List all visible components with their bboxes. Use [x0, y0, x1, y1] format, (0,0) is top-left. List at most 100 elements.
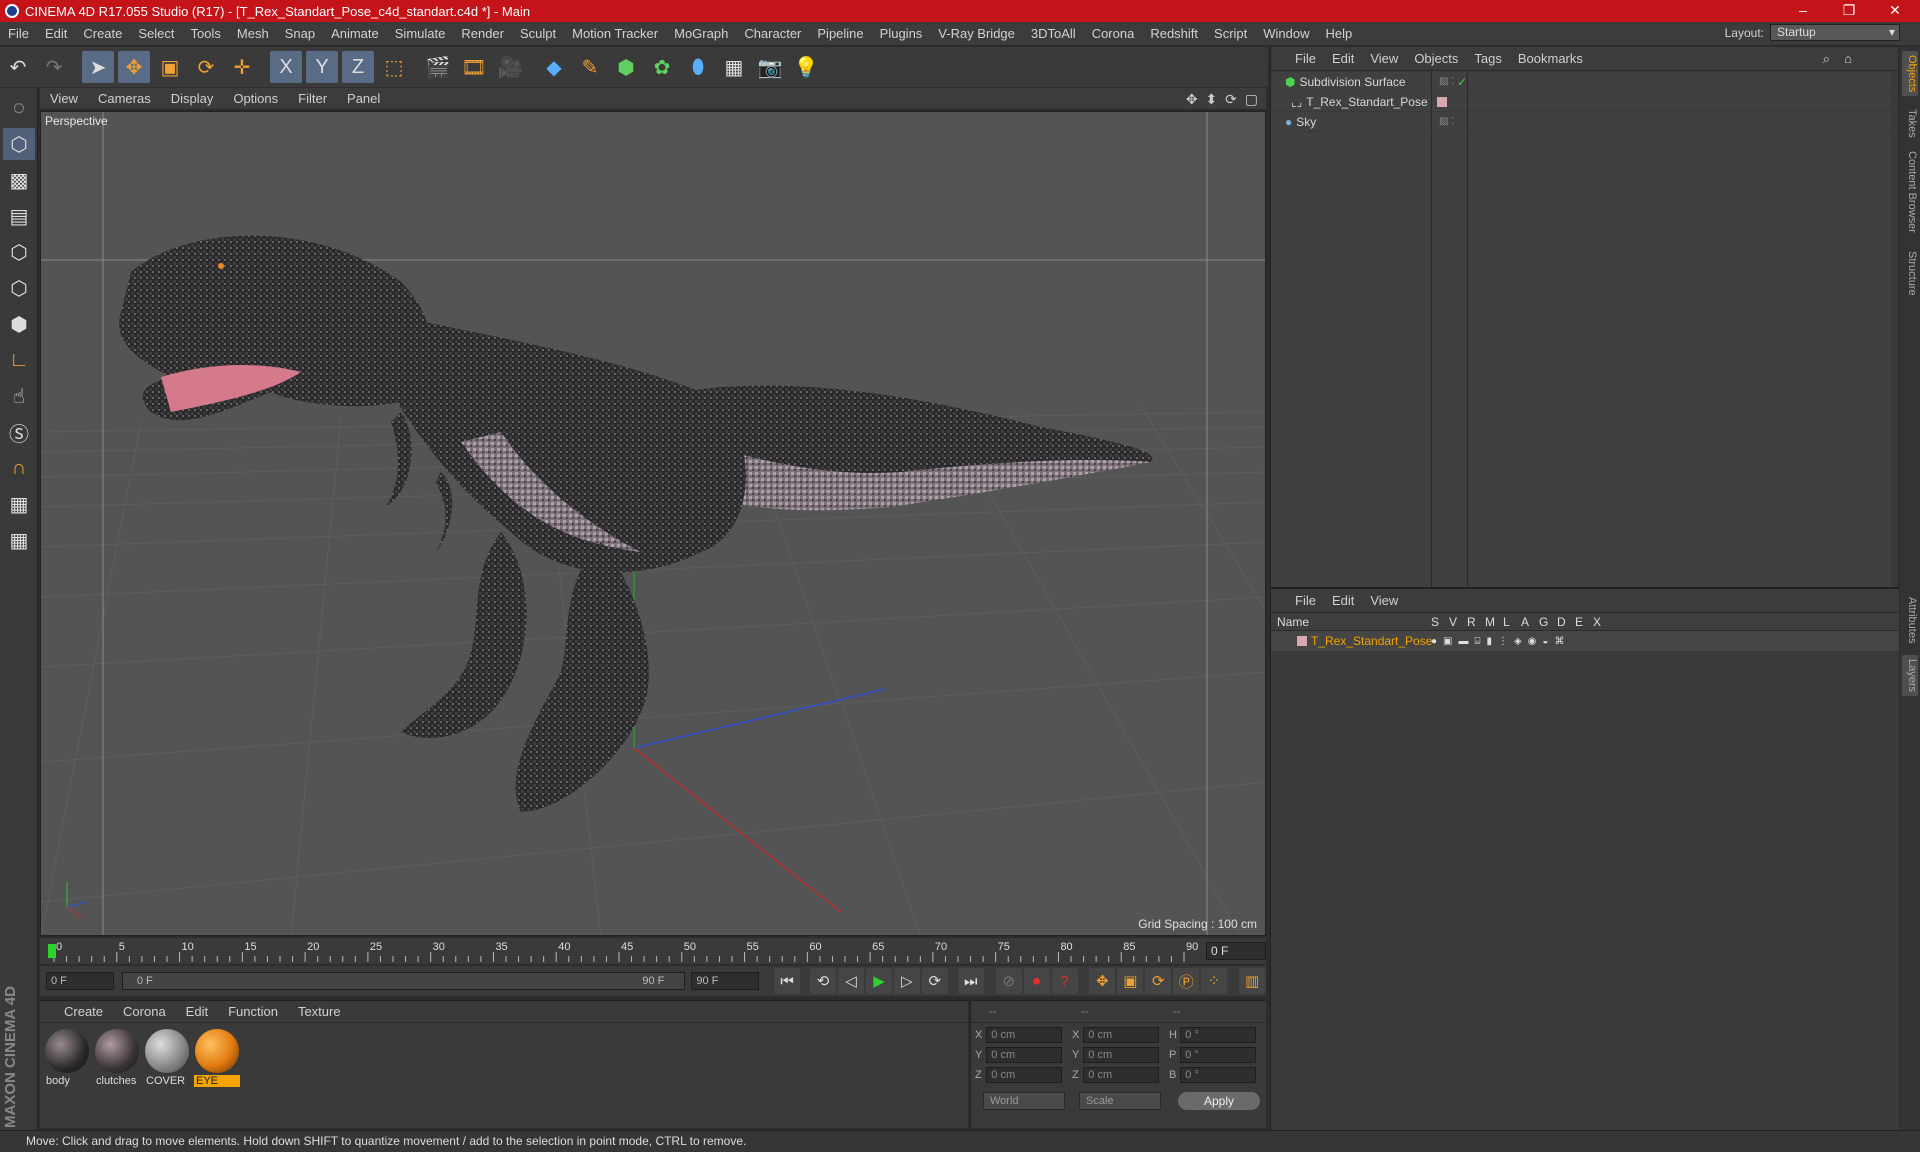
- tab-structure[interactable]: Structure: [1902, 247, 1918, 300]
- tab-takes[interactable]: Takes: [1902, 105, 1918, 142]
- scale-tool-icon[interactable]: ▣: [154, 51, 186, 83]
- material-menu-function[interactable]: Function: [218, 1004, 288, 1019]
- object-row-subdivision-surface[interactable]: ⬢ Subdivision Surface ▨ ⁚ ✓: [1271, 72, 1891, 92]
- material-menu-create[interactable]: Create: [40, 1004, 113, 1019]
- workplane-lock-icon[interactable]: ▦: [3, 488, 35, 520]
- pen-spline-icon[interactable]: ✎: [574, 51, 606, 83]
- menu-select[interactable]: Select: [130, 26, 182, 41]
- points-mode-icon[interactable]: ⬡: [3, 236, 35, 268]
- size-z-field[interactable]: 0 cm: [1083, 1067, 1159, 1083]
- menu-window[interactable]: Window: [1255, 26, 1317, 41]
- planar-workplane-icon[interactable]: ▦: [3, 524, 35, 556]
- 3d-viewport[interactable]: Perspective Grid Spacing : 100 cm: [40, 111, 1266, 936]
- snap-icon[interactable]: ∩: [3, 452, 35, 484]
- menu-render[interactable]: Render: [453, 26, 512, 41]
- redo-icon[interactable]: ↷: [38, 51, 70, 83]
- layer-row[interactable]: T_Rex_Standart_Pose ●▣▬⌸▮⋮◈◉◒⌘: [1271, 631, 1899, 651]
- menu-mograph[interactable]: MoGraph: [666, 26, 736, 41]
- viewport-nav-icons[interactable]: ✥ ⬍ ⟳ ▢: [1186, 91, 1260, 108]
- om-menu-file[interactable]: File: [1271, 51, 1324, 66]
- viewport-menu-view[interactable]: View: [40, 91, 88, 106]
- go-to-end-icon[interactable]: ⏭: [957, 968, 984, 994]
- menu-animate[interactable]: Animate: [323, 26, 387, 41]
- minimize-button[interactable]: –: [1780, 0, 1826, 22]
- make-editable-icon[interactable]: ◌: [3, 92, 35, 124]
- menu-file[interactable]: File: [0, 26, 37, 41]
- frame-range-slider[interactable]: 0 F 90 F: [121, 972, 686, 990]
- tab-objects[interactable]: Objects: [1902, 51, 1918, 97]
- menu-corona[interactable]: Corona: [1084, 26, 1143, 41]
- motion-path-icon[interactable]: ⊘: [995, 968, 1022, 994]
- lm-menu-edit[interactable]: Edit: [1324, 593, 1362, 608]
- model-mode-icon[interactable]: ⬡: [3, 128, 35, 160]
- lm-menu-view[interactable]: View: [1362, 593, 1406, 608]
- position-x-field[interactable]: 0 cm: [986, 1027, 1062, 1043]
- apply-button[interactable]: Apply: [1178, 1092, 1260, 1110]
- om-menu-tags[interactable]: Tags: [1466, 51, 1509, 66]
- close-button[interactable]: ✕: [1872, 0, 1918, 22]
- menu-mesh[interactable]: Mesh: [229, 26, 277, 41]
- menu-motion-tracker[interactable]: Motion Tracker: [564, 26, 666, 41]
- timeline-window-icon[interactable]: ▥: [1239, 968, 1266, 994]
- om-menu-bookmarks[interactable]: Bookmarks: [1510, 51, 1591, 66]
- material-menu-edit[interactable]: Edit: [176, 1004, 218, 1019]
- texture-mode-icon[interactable]: ▩: [3, 164, 35, 196]
- menu-snap[interactable]: Snap: [277, 26, 323, 41]
- tweak-mode-icon[interactable]: ☝: [3, 380, 35, 412]
- current-frame-field[interactable]: 0 F: [1206, 942, 1266, 960]
- visibility-dots-icon[interactable]: ▨ ⁚: [1439, 76, 1454, 87]
- menu-vray-bridge[interactable]: V-Ray Bridge: [930, 26, 1023, 41]
- live-selection-icon[interactable]: ✛: [226, 51, 258, 83]
- viewport-menu-filter[interactable]: Filter: [288, 91, 337, 106]
- om-menu-edit[interactable]: Edit: [1324, 51, 1362, 66]
- coord-space-dropdown[interactable]: World: [983, 1092, 1065, 1110]
- size-y-field[interactable]: 0 cm: [1083, 1047, 1159, 1063]
- material-eye[interactable]: EYE: [194, 1027, 240, 1087]
- move-tool-icon[interactable]: ✥: [118, 51, 150, 83]
- light-icon[interactable]: 💡: [790, 51, 822, 83]
- key-parameter-icon[interactable]: Ⓟ: [1173, 968, 1200, 994]
- timeline-ruler[interactable]: 0 5 10 15 20 25 30 35 40 45 50 55 60 65 70 75 80 85 90 0 F: [40, 938, 1266, 964]
- solo-icon[interactable]: Ⓢ: [3, 416, 35, 448]
- menu-character[interactable]: Character: [736, 26, 809, 41]
- polygons-mode-icon[interactable]: ⬢: [3, 308, 35, 340]
- key-pla-icon[interactable]: ⁘: [1201, 968, 1228, 994]
- next-frame-icon[interactable]: ▷: [893, 968, 920, 994]
- menu-pipeline[interactable]: Pipeline: [809, 26, 871, 41]
- play-icon[interactable]: ▶: [866, 968, 892, 994]
- om-search-icon[interactable]: ⌕: [1815, 51, 1838, 67]
- menu-script[interactable]: Script: [1206, 26, 1255, 41]
- record-icon[interactable]: ⏺: [1023, 968, 1050, 994]
- z-axis-lock-button[interactable]: Z: [342, 51, 374, 83]
- menu-create[interactable]: Create: [75, 26, 130, 41]
- key-position-icon[interactable]: ✥: [1089, 968, 1116, 994]
- menu-tools[interactable]: Tools: [183, 26, 229, 41]
- layout-dropdown[interactable]: Startup: [1770, 24, 1900, 41]
- render-settings-icon[interactable]: 🎥: [494, 51, 526, 83]
- viewport-camera-label[interactable]: Perspective: [45, 114, 108, 128]
- deformer-icon[interactable]: ⬮: [682, 51, 714, 83]
- material-clutches[interactable]: clutches: [94, 1027, 140, 1087]
- camera-icon[interactable]: 📷: [754, 51, 786, 83]
- key-rotation-icon[interactable]: ⟳: [1145, 968, 1172, 994]
- menu-3dtoall[interactable]: 3DToAll: [1023, 26, 1084, 41]
- next-key-icon[interactable]: ⟳: [921, 968, 948, 994]
- restore-button[interactable]: ❐: [1826, 0, 1872, 22]
- workplane-icon[interactable]: ▤: [3, 200, 35, 232]
- floor-icon[interactable]: ▦: [718, 51, 750, 83]
- material-menu-texture[interactable]: Texture: [288, 1004, 351, 1019]
- enabled-check-icon[interactable]: ✓: [1457, 75, 1467, 89]
- end-frame-field[interactable]: 90 F: [691, 972, 760, 990]
- x-axis-lock-button[interactable]: X: [270, 51, 302, 83]
- subdivision-surface-icon[interactable]: ⬢: [610, 51, 642, 83]
- go-to-start-icon[interactable]: ⏮: [774, 968, 801, 994]
- menu-redshift[interactable]: Redshift: [1142, 26, 1206, 41]
- render-view-icon[interactable]: 🎬: [422, 51, 454, 83]
- om-menu-objects[interactable]: Objects: [1406, 51, 1466, 66]
- object-row-trex[interactable]: ⌞⌟ T_Rex_Standart_Pose: [1271, 92, 1891, 112]
- render-picture-viewer-icon[interactable]: 🎞: [458, 51, 490, 83]
- material-menu-corona[interactable]: Corona: [113, 1004, 176, 1019]
- y-axis-lock-button[interactable]: Y: [306, 51, 338, 83]
- rotation-h-field[interactable]: 0 °: [1180, 1027, 1256, 1043]
- menu-simulate[interactable]: Simulate: [387, 26, 454, 41]
